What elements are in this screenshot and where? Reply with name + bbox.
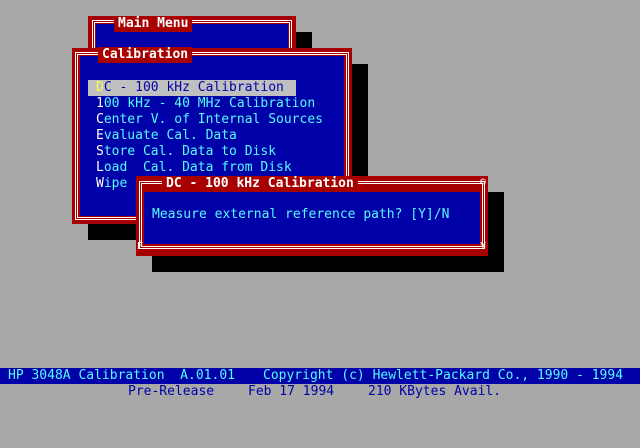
menu-item-label: ipe — [103, 176, 128, 191]
status-date: Feb 17 1994 — [248, 384, 335, 399]
status-bar-bottom: Pre-Release Feb 17 1994 210 KBytes Avail… — [0, 384, 640, 400]
dialog-corner-bottom-left: È — [137, 241, 144, 252]
status-product: HP 3048A Calibration A.01.01 — [8, 368, 235, 383]
main-menu-title: Main Menu — [114, 16, 193, 32]
menu-item-dc-100khz[interactable]: DC - 100 kHz Calibration — [88, 80, 296, 96]
menu-item-hotkey: E — [96, 128, 104, 143]
status-copyright: Copyright (c) Hewlett-Packard Co., 1990 … — [263, 368, 624, 383]
menu-item-label: C - 100 kHz Calibration — [103, 80, 284, 95]
menu-item-label: 00 kHz - 40 MHz Calibration — [103, 96, 316, 111]
menu-item-hotkey: C — [96, 112, 104, 127]
status-bar-top: HP 3048A Calibration A.01.01 Copyright (… — [0, 368, 640, 384]
dialog-corner-top-right: © — [480, 177, 487, 188]
menu-item-evaluate[interactable]: Evaluate Cal. Data — [96, 128, 237, 144]
menu-item-100khz-40mhz[interactable]: 100 kHz - 40 MHz Calibration — [96, 96, 315, 112]
status-memory: 210 KBytes Avail. — [368, 384, 502, 399]
calibration-title: Calibration — [98, 47, 193, 63]
menu-item-label: oad Cal. Data from Disk — [103, 160, 292, 175]
menu-item-label: valuate Cal. Data — [103, 128, 237, 143]
menu-item-store[interactable]: Store Cal. Data to Disk — [96, 144, 276, 160]
menu-item-label: enter V. of Internal Sources — [103, 112, 323, 127]
menu-item-hotkey: D — [96, 80, 104, 95]
status-prerelease: Pre-Release — [128, 384, 215, 399]
dialog-message: Measure external reference path? [Y]/N — [152, 207, 450, 222]
menu-item-hotkey: L — [96, 160, 104, 175]
dialog-title: DC - 100 kHz Calibration — [162, 176, 358, 192]
menu-item-wipe[interactable]: Wipe — [96, 176, 127, 192]
menu-item-hotkey: 1 — [96, 96, 104, 111]
menu-item-label: tore Cal. Data to Disk — [103, 144, 277, 159]
menu-item-load[interactable]: Load Cal. Data from Disk — [96, 160, 292, 176]
menu-item-hotkey: S — [96, 144, 104, 159]
menu-item-center-v[interactable]: Center V. of Internal Sources — [96, 112, 323, 128]
menu-item-hotkey: W — [96, 176, 104, 191]
dialog-corner-bottom-right: ¥ — [480, 241, 487, 252]
